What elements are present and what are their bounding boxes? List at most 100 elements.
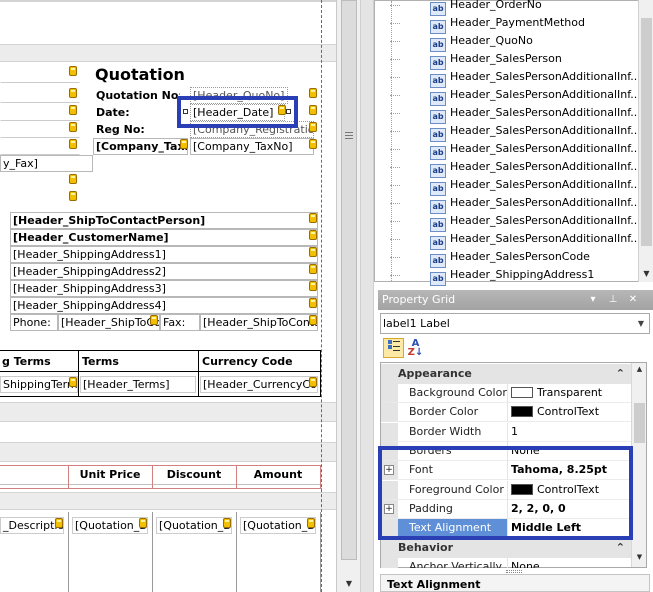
smart-tag-icon[interactable] xyxy=(55,518,63,528)
tree-item[interactable]: ab Header_SalesPersonAdditionalInf... xyxy=(430,122,641,142)
tree-item[interactable]: ab Header_SalesPersonAdditionalInf... xyxy=(430,230,641,250)
date-label[interactable]: Date: xyxy=(93,104,181,121)
tree-item[interactable]: ab Header_SalesPersonCode xyxy=(430,248,590,268)
shipping-address-1-field[interactable]: [Header_ShippingAddress1] xyxy=(10,246,318,263)
scroll-down-arrow-icon[interactable]: ▼ xyxy=(337,576,360,592)
tree-item[interactable]: ab Header_SalesPersonAdditionalInf... xyxy=(430,68,641,88)
property-row[interactable]: Anchor Vertically None xyxy=(381,558,631,568)
ship-to-contact-field[interactable]: [Header_ShipToContactPerson] xyxy=(10,212,318,229)
smart-tag-icon[interactable] xyxy=(309,315,317,325)
window-position-icon[interactable]: ▾ xyxy=(586,293,600,307)
quotation-no-label[interactable]: Quotation No: xyxy=(93,87,181,104)
description-splitter[interactable] xyxy=(506,570,522,573)
unit-price-header[interactable]: Unit Price xyxy=(70,466,150,483)
tree-item[interactable]: ab Header_SalesPersonAdditionalInf... xyxy=(430,140,641,160)
smart-tag-icon[interactable] xyxy=(309,247,317,257)
panel-splitter[interactable] xyxy=(360,0,374,592)
tree-item[interactable]: ab Header_QuoNo xyxy=(430,32,533,52)
property-row-border-color[interactable]: Border Color ControlText xyxy=(381,403,631,422)
left-field[interactable] xyxy=(0,104,80,121)
band-separator[interactable] xyxy=(0,402,360,422)
smart-tag-icon[interactable] xyxy=(223,518,231,528)
left-field[interactable] xyxy=(0,138,80,155)
amount-field[interactable]: [Quotation_D xyxy=(240,517,316,534)
report-title[interactable]: Quotation xyxy=(95,65,185,85)
scroll-down-arrow-icon[interactable]: ▼ xyxy=(639,266,653,281)
band-separator[interactable] xyxy=(0,492,360,510)
shipping-address-3-field[interactable]: [Header_ShippingAddress3] xyxy=(10,280,318,297)
property-value[interactable]: Transparent xyxy=(507,384,631,403)
smart-tag-icon[interactable] xyxy=(180,139,188,149)
shipping-address-4-field[interactable]: [Header_ShippingAddress4] xyxy=(10,297,318,314)
property-grid-scrollbar[interactable]: ▲ ▼ xyxy=(631,363,646,567)
tree-item[interactable]: ab Header_OrderNo xyxy=(430,0,542,16)
smart-tag-icon[interactable] xyxy=(309,105,317,115)
ship-to-phone-field[interactable]: [Header_ShipToCo xyxy=(58,314,160,331)
property-row-background-color[interactable]: Background Color Transparent xyxy=(381,384,631,403)
chevron-down-icon[interactable]: ▼ xyxy=(635,314,647,333)
smart-tag-icon[interactable] xyxy=(309,88,317,98)
scrollbar-thumb[interactable] xyxy=(634,403,645,443)
customer-name-field[interactable]: [Header_CustomerName] xyxy=(10,229,318,246)
designer-vertical-scrollbar[interactable]: ▼ xyxy=(336,0,360,592)
property-value[interactable]: 1 xyxy=(507,423,631,442)
smart-tag-icon[interactable] xyxy=(69,105,77,115)
scroll-down-arrow-icon[interactable]: ▼ xyxy=(632,553,647,565)
discount-header[interactable]: Discount xyxy=(154,466,234,483)
shipping-terms-field[interactable]: ShippingTerms] xyxy=(0,376,78,393)
smart-tag-icon[interactable] xyxy=(69,139,77,149)
tree-item[interactable]: ab Header_ShippingAddress1 xyxy=(430,266,594,286)
terms-header[interactable]: Terms xyxy=(80,353,196,370)
tree-item[interactable]: ab Header_SalesPersonAdditionalInf... xyxy=(430,86,641,106)
left-field[interactable] xyxy=(0,86,80,103)
currency-code-field[interactable]: [Header_CurrencyCode xyxy=(200,376,318,393)
amount-header[interactable]: Amount xyxy=(238,466,318,483)
tree-item[interactable]: ab Header_SalesPersonAdditionalInf... xyxy=(430,176,641,196)
collapse-chevron-icon[interactable]: ⌃ xyxy=(616,364,625,384)
smart-tag-icon[interactable] xyxy=(309,230,317,240)
company-tax-label[interactable]: [Company_TaxNo xyxy=(93,138,188,155)
close-icon[interactable]: ✕ xyxy=(626,293,640,307)
property-value[interactable]: None xyxy=(507,558,631,568)
left-field[interactable] xyxy=(0,121,80,138)
smart-tag-icon[interactable] xyxy=(69,88,77,98)
smart-tag-icon[interactable] xyxy=(150,315,158,325)
property-value[interactable]: ControlText xyxy=(507,403,631,422)
unit-price-field[interactable]: [Quotation_D xyxy=(72,517,148,534)
company-tax-field[interactable]: [Company_TaxNo] xyxy=(190,138,314,155)
tree-vertical-scrollbar[interactable]: ▼ xyxy=(638,0,653,282)
tree-item[interactable]: ab Header_SalesPersonAdditionalInf... xyxy=(430,158,641,178)
smart-tag-icon[interactable] xyxy=(309,264,317,274)
categorized-view-icon[interactable] xyxy=(383,338,404,358)
smart-tag-icon[interactable] xyxy=(307,518,315,528)
band-separator[interactable] xyxy=(0,442,360,462)
fax-label[interactable]: Fax: xyxy=(160,314,200,331)
scroll-up-arrow-icon[interactable]: ▲ xyxy=(632,365,647,377)
band-separator[interactable] xyxy=(0,44,360,62)
shipping-terms-header[interactable]: g Terms xyxy=(0,353,76,370)
smart-tag-icon[interactable] xyxy=(309,377,317,387)
report-designer-canvas[interactable]: y_Fax] Quotation Quotation No: [Header_Q… xyxy=(0,0,360,592)
collapse-chevron-icon[interactable]: ⌃ xyxy=(616,538,625,558)
terms-field[interactable]: [Header_Terms] xyxy=(80,376,196,393)
object-selector-dropdown[interactable]: label1 Label ▼ xyxy=(380,313,650,334)
company-fax-field[interactable]: y_Fax] xyxy=(0,155,93,172)
smart-tag-icon[interactable] xyxy=(309,122,317,132)
pin-icon[interactable]: ⊥ xyxy=(606,293,620,307)
shipping-address-2-field[interactable]: [Header_ShippingAddress2] xyxy=(10,263,318,280)
smart-tag-icon[interactable] xyxy=(309,281,317,291)
phone-label[interactable]: Phone: xyxy=(10,314,58,331)
alphabetical-sort-icon[interactable]: A Z↓ xyxy=(405,338,426,358)
smart-tag-icon[interactable] xyxy=(139,518,147,528)
scrollbar-thumb[interactable] xyxy=(341,0,357,560)
discount-field[interactable]: [Quotation_D xyxy=(156,517,232,534)
smart-tag-icon[interactable] xyxy=(69,174,77,184)
left-field[interactable] xyxy=(0,66,80,83)
ship-to-fax-field[interactable]: [Header_ShipToConta xyxy=(200,314,318,331)
tree-item[interactable]: ab Header_PaymentMethod xyxy=(430,14,585,34)
currency-code-header[interactable]: Currency Code xyxy=(200,353,318,370)
property-row-border-width[interactable]: Border Width 1 xyxy=(381,423,631,442)
smart-tag-icon[interactable] xyxy=(309,139,317,149)
smart-tag-icon[interactable] xyxy=(69,66,77,76)
tree-item[interactable]: ab Header_SalesPersonAdditionalInf... xyxy=(430,104,641,124)
